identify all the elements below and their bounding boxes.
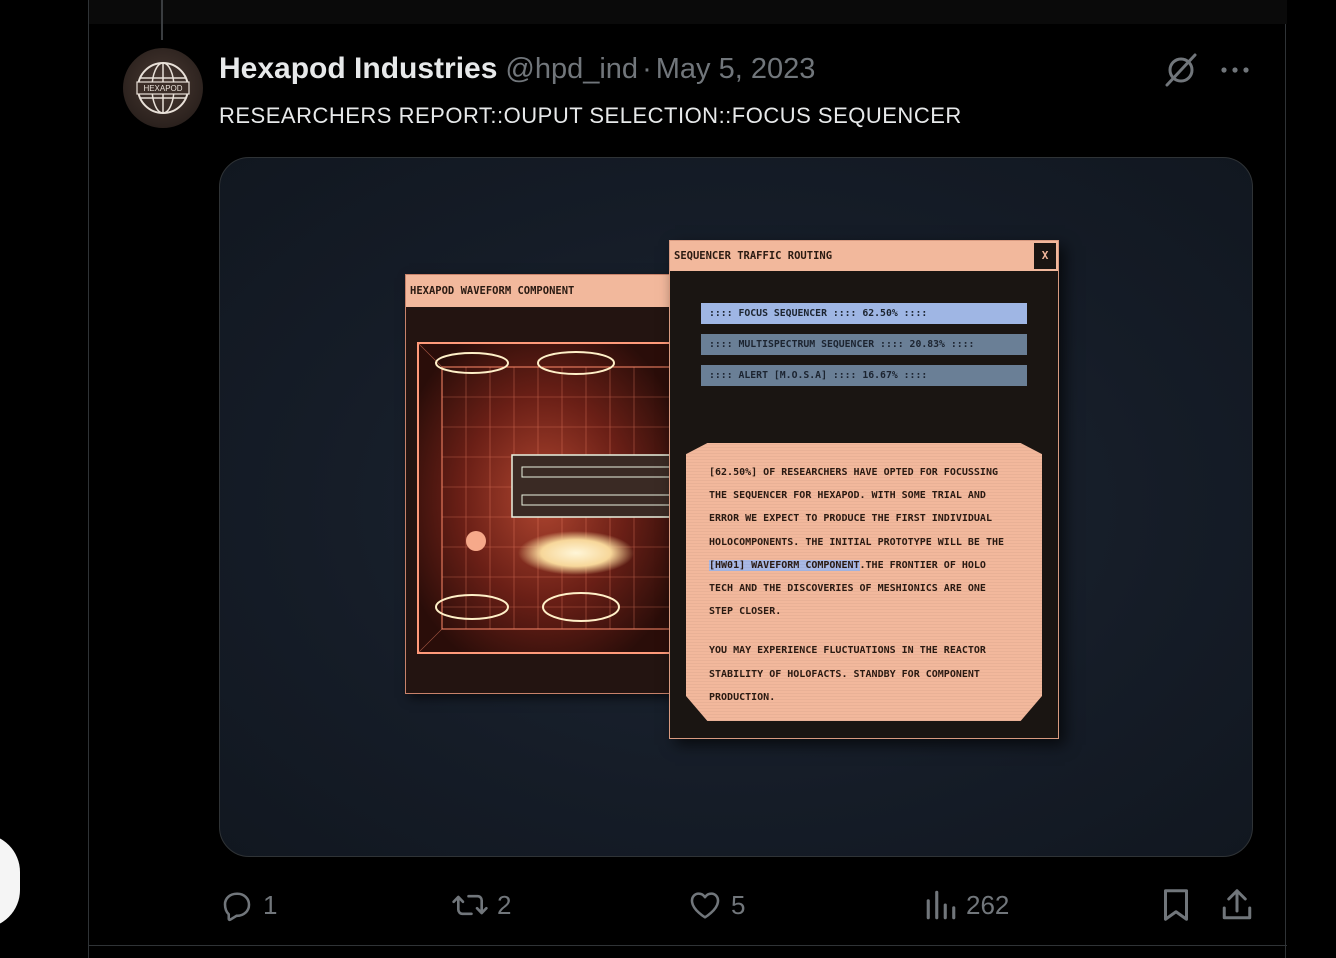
post-text: RESEARCHERS REPORT::OUPUT SELECTION::FOC… bbox=[219, 103, 962, 128]
bookmark-icon bbox=[1164, 889, 1188, 921]
reply-icon bbox=[223, 892, 251, 922]
report-line: HOLOCOMPONENTS. THE INITIAL PROTOTYPE WI… bbox=[709, 536, 1005, 548]
avatar-logo-text: HEXAPOD bbox=[143, 84, 182, 93]
report-line-rest: .THE FRONTIER OF HOLO bbox=[859, 559, 986, 571]
share-icon bbox=[1222, 889, 1252, 920]
retweet-icon bbox=[452, 894, 488, 916]
reply-button[interactable]: 1 bbox=[219, 880, 277, 930]
analytics-icon bbox=[926, 890, 956, 920]
timeline-column: HEXAPOD Hexapod Industries @hpd_ind · May 5… bbox=[88, 0, 1287, 958]
report-line: PRODUCTION. bbox=[709, 691, 776, 703]
sequencer-option-alert[interactable]: :::: ALERT [M.O.S.A] :::: 16.67% :::: bbox=[701, 365, 1027, 386]
report-panel: [62.50%] OF RESEARCHERS HAVE OPTED FOR F… bbox=[686, 443, 1042, 721]
report-line: STABILITY OF HOLOFACTS. STANDBY FOR COMP… bbox=[709, 668, 980, 680]
report-line: YOU MAY EXPERIENCE FLUCTUATIONS IN THE R… bbox=[709, 645, 986, 657]
sequencer-option-multispectrum[interactable]: :::: MULTISPECTRUM SEQUENCER :::: 20.83%… bbox=[701, 334, 1027, 355]
hologram-grid-image bbox=[406, 307, 670, 693]
report-line: ERROR WE EXPECT TO PRODUCE THE FIRST IND… bbox=[709, 513, 992, 525]
post-media[interactable]: HEXAPOD WAVEFORM COMPONENT SEQUENCER TRA… bbox=[219, 157, 1253, 857]
views-button[interactable]: 262 bbox=[924, 880, 1009, 930]
post-date[interactable]: May 5, 2023 bbox=[656, 53, 816, 85]
thread-connector-line bbox=[161, 0, 163, 40]
globe-logo-icon: HEXAPOD bbox=[136, 62, 190, 114]
display-name[interactable]: Hexapod Industries bbox=[219, 52, 497, 85]
previous-post-strip bbox=[89, 0, 1287, 24]
sequencer-window: SEQUENCER TRAFFIC ROUTING X :::: FOCUS S… bbox=[669, 240, 1059, 739]
heart-icon bbox=[690, 892, 720, 919]
post-header: Hexapod Industries @hpd_ind · May 5, 2023 bbox=[219, 52, 815, 86]
report-line: THE SEQUENCER FOR HEXAPOD. WITH SOME TRI… bbox=[709, 490, 986, 502]
report-line: STEP CLOSER. bbox=[709, 606, 782, 618]
separator-dot: · bbox=[642, 53, 652, 85]
sequencer-title-text: SEQUENCER TRAFFIC ROUTING bbox=[674, 250, 833, 262]
avatar[interactable]: HEXAPOD bbox=[123, 48, 203, 128]
handle[interactable]: @hpd_ind bbox=[505, 53, 638, 85]
reply-count: 1 bbox=[263, 889, 278, 920]
report-line: [62.50%] OF RESEARCHERS HAVE OPTED FOR F… bbox=[709, 467, 998, 478]
more-icon[interactable] bbox=[1219, 62, 1251, 78]
hologram-render bbox=[406, 307, 670, 693]
action-bar: 1 2 5 262 bbox=[219, 880, 1269, 930]
views-count: 262 bbox=[966, 889, 1010, 920]
like-button[interactable]: 5 bbox=[687, 880, 745, 930]
report-line: [HW01] WAVEFORM COMPONENT.THE FRONTIER O… bbox=[709, 554, 1022, 577]
waveform-window: HEXAPOD WAVEFORM COMPONENT bbox=[405, 274, 671, 694]
grok-icon[interactable] bbox=[1163, 52, 1199, 88]
retweet-count: 2 bbox=[497, 889, 512, 920]
sequencer-window-title: SEQUENCER TRAFFIC ROUTING X bbox=[670, 241, 1058, 271]
left-gutter bbox=[0, 0, 88, 958]
sequencer-option-focus[interactable]: :::: FOCUS SEQUENCER :::: 62.50% :::: bbox=[701, 303, 1027, 324]
bookmark-button[interactable] bbox=[1160, 880, 1192, 930]
share-button[interactable] bbox=[1220, 880, 1254, 930]
highlighted-component: [HW01] WAVEFORM COMPONENT bbox=[709, 559, 860, 571]
report-line: TECH AND THE DISCOVERIES OF MESHIONICS A… bbox=[709, 582, 986, 594]
close-button[interactable]: X bbox=[1034, 243, 1056, 269]
retweet-button[interactable]: 2 bbox=[451, 880, 511, 930]
like-count: 5 bbox=[731, 889, 746, 920]
waveform-window-title: HEXAPOD WAVEFORM COMPONENT bbox=[406, 275, 670, 307]
post-divider bbox=[89, 945, 1287, 946]
